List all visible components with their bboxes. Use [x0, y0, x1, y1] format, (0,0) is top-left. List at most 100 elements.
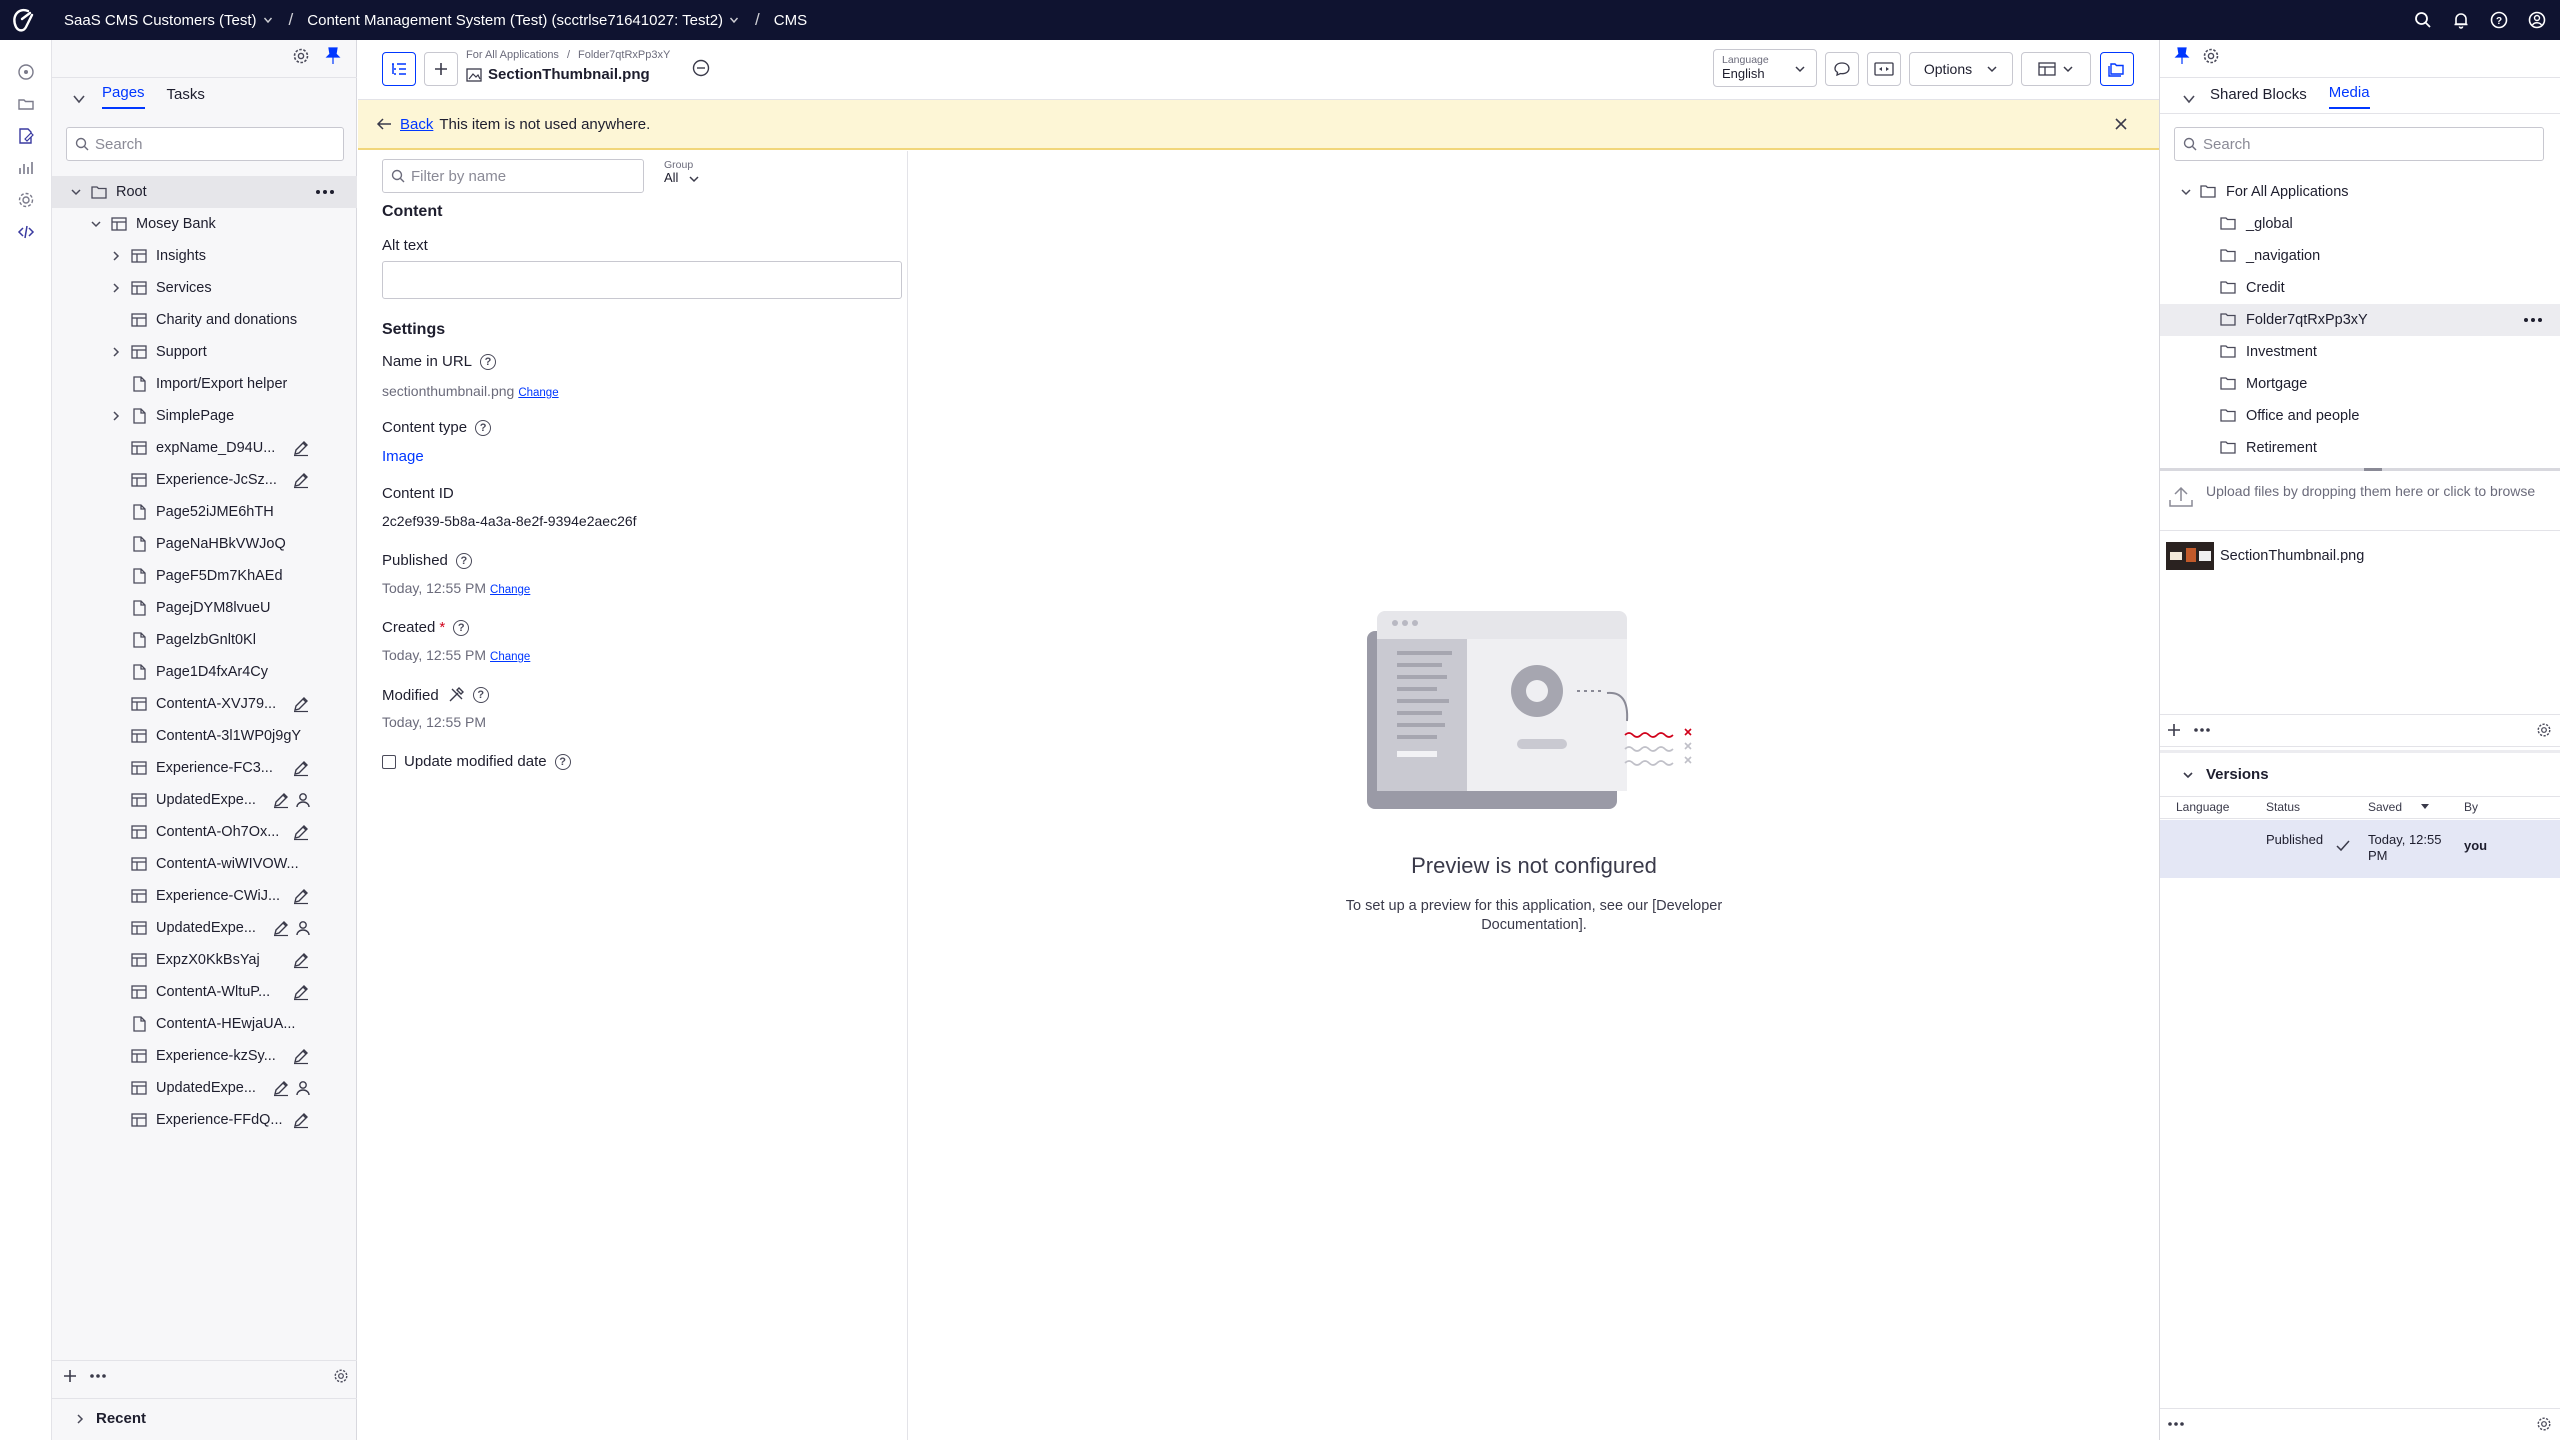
help-icon[interactable]: ?	[455, 552, 472, 569]
pin-icon[interactable]	[325, 47, 341, 65]
versions-col-language[interactable]: Language	[2176, 800, 2229, 814]
home-icon[interactable]	[16, 62, 36, 82]
tree-item[interactable]: UpdatedExpe...	[52, 784, 357, 816]
collapse-chevron-icon[interactable]	[72, 92, 86, 106]
tree-item[interactable]: Support	[52, 336, 357, 368]
versions-col-saved[interactable]: Saved	[2368, 800, 2430, 814]
change-name-link[interactable]: Change	[518, 387, 558, 399]
chevron-down-icon[interactable]	[68, 184, 84, 200]
media-item-row[interactable]: SectionThumbnail.png	[2160, 534, 2560, 578]
help-icon[interactable]: ?	[554, 753, 571, 770]
change-published-link[interactable]: Change	[490, 584, 530, 596]
gear-icon[interactable]	[333, 1368, 349, 1384]
versions-col-by[interactable]: By	[2464, 800, 2478, 814]
tree-item[interactable]: ContentA-3l1WP0j9gY	[52, 720, 357, 752]
optimizely-logo-icon[interactable]	[0, 0, 46, 40]
chevron-down-icon[interactable]	[2180, 186, 2194, 198]
breadcrumb-folder[interactable]: Folder7qtRxPp3xY	[578, 49, 670, 61]
breadcrumb-item[interactable]: Content Management System (Test) (scctrl…	[307, 12, 739, 29]
tree-item[interactable]: ContentA-Oh7Ox...	[52, 816, 357, 848]
tree-item[interactable]: Experience-FFdQ...	[52, 1104, 357, 1136]
help-icon[interactable]: ?	[2490, 11, 2508, 29]
chevron-right-icon[interactable]	[108, 280, 124, 296]
content-type-value[interactable]: Image	[382, 448, 424, 465]
tree-item[interactable]: UpdatedExpe...	[52, 912, 357, 944]
pin-icon[interactable]	[2174, 47, 2190, 65]
tree-item[interactable]: Root	[52, 176, 357, 208]
help-icon[interactable]: ?	[472, 687, 489, 703]
tab-tasks[interactable]: Tasks	[167, 86, 205, 109]
tree-item[interactable]: PageNaHBkVWJoQ	[52, 528, 357, 560]
tree-item[interactable]: ContentA-wiWIVOW...	[52, 848, 357, 880]
tab-pages[interactable]: Pages	[102, 84, 145, 109]
collapse-chevron-icon[interactable]	[2182, 92, 2196, 106]
folder-item[interactable]: _global	[2160, 208, 2560, 240]
folder-item[interactable]: Folder7qtRxPp3xY	[2160, 304, 2560, 336]
folder-item[interactable]: For All Applications	[2160, 176, 2560, 208]
tree-item[interactable]: PagelzbGnlt0Kl	[52, 624, 357, 656]
bell-icon[interactable]	[2452, 11, 2470, 29]
help-icon[interactable]: ?	[453, 619, 470, 636]
more-options-icon[interactable]	[314, 184, 336, 202]
avatar-icon[interactable]	[2528, 11, 2546, 29]
tree-item[interactable]: expName_D94U...	[52, 432, 357, 464]
alt-text-input[interactable]	[382, 261, 902, 299]
add-icon[interactable]	[62, 1368, 78, 1384]
tree-item[interactable]: Insights	[52, 240, 357, 272]
tree-item[interactable]: Mosey Bank	[52, 208, 357, 240]
gear-icon[interactable]	[2536, 722, 2552, 738]
tab-media[interactable]: Media	[2328, 84, 2370, 109]
options-button[interactable]: Options	[1909, 52, 2013, 86]
filter-by-name-input[interactable]: Filter by name	[382, 159, 644, 193]
edit-content-icon[interactable]	[16, 126, 36, 146]
tree-item[interactable]: Import/Export helper	[52, 368, 357, 400]
tree-item[interactable]: Experience-JcSz...	[52, 464, 357, 496]
toggle-assets-button[interactable]	[2100, 52, 2134, 86]
more-options-icon[interactable]	[2166, 1416, 2186, 1432]
chevron-right-icon[interactable]	[108, 248, 124, 264]
chevron-right-icon[interactable]	[108, 408, 124, 424]
folder-item[interactable]: Credit	[2160, 272, 2560, 304]
tree-item[interactable]: Page52iJME6hTH	[52, 496, 357, 528]
tree-item[interactable]: PagejDYM8lvueU	[52, 592, 357, 624]
tree-item[interactable]: ContentA-XVJ79...	[52, 688, 357, 720]
back-link[interactable]: Back	[400, 116, 433, 133]
change-created-link[interactable]: Change	[490, 651, 530, 663]
versions-header[interactable]: Versions	[2182, 766, 2269, 783]
gear-icon[interactable]	[292, 47, 310, 65]
recent-section[interactable]: Recent	[74, 1410, 146, 1427]
version-row[interactable]: Published Today, 12:55 PM you	[2160, 820, 2560, 878]
tree-item[interactable]: SimplePage	[52, 400, 357, 432]
preview-mode-button[interactable]	[1867, 52, 1901, 86]
tree-item[interactable]: PageF5Dm7KhAEd	[52, 560, 357, 592]
versions-col-status[interactable]: Status	[2266, 800, 2300, 814]
search-icon[interactable]	[2414, 11, 2432, 29]
upload-dropzone[interactable]: Upload files by dropping them here or cl…	[2168, 476, 2553, 524]
breadcrumb-item[interactable]: CMS	[774, 12, 807, 29]
chevron-right-icon[interactable]	[108, 344, 124, 360]
folder-item[interactable]: Mortgage	[2160, 368, 2560, 400]
language-select[interactable]: Language English	[1713, 49, 1817, 87]
gear-icon[interactable]	[2202, 47, 2220, 65]
more-options-icon[interactable]	[2192, 722, 2212, 738]
folder-item[interactable]: Investment	[2160, 336, 2560, 368]
tree-item[interactable]: Experience-FC3...	[52, 752, 357, 784]
help-icon[interactable]: ?	[480, 353, 497, 370]
folder-item[interactable]: _navigation	[2160, 240, 2560, 272]
tree-item[interactable]: Experience-kzSy...	[52, 1040, 357, 1072]
tab-shared-blocks[interactable]: Shared Blocks	[2210, 86, 2307, 109]
tree-item[interactable]: ExpzX0KkBsYaj	[52, 944, 357, 976]
comments-button[interactable]	[1825, 52, 1859, 86]
tree-item[interactable]: Charity and donations	[52, 304, 357, 336]
add-icon[interactable]	[2166, 722, 2182, 738]
tree-item[interactable]: UpdatedExpe...	[52, 1072, 357, 1104]
tree-item[interactable]: Services	[52, 272, 357, 304]
folder-item[interactable]: Retirement	[2160, 432, 2560, 464]
folder-item[interactable]: Office and people	[2160, 400, 2560, 432]
more-options-icon[interactable]	[88, 1368, 108, 1384]
status-minus-icon[interactable]	[692, 59, 710, 77]
chevron-down-icon[interactable]	[88, 216, 104, 232]
media-search-input[interactable]: Search	[2174, 127, 2544, 161]
tree-item[interactable]: Experience-CWiJ...	[52, 880, 357, 912]
code-icon[interactable]	[16, 222, 36, 242]
